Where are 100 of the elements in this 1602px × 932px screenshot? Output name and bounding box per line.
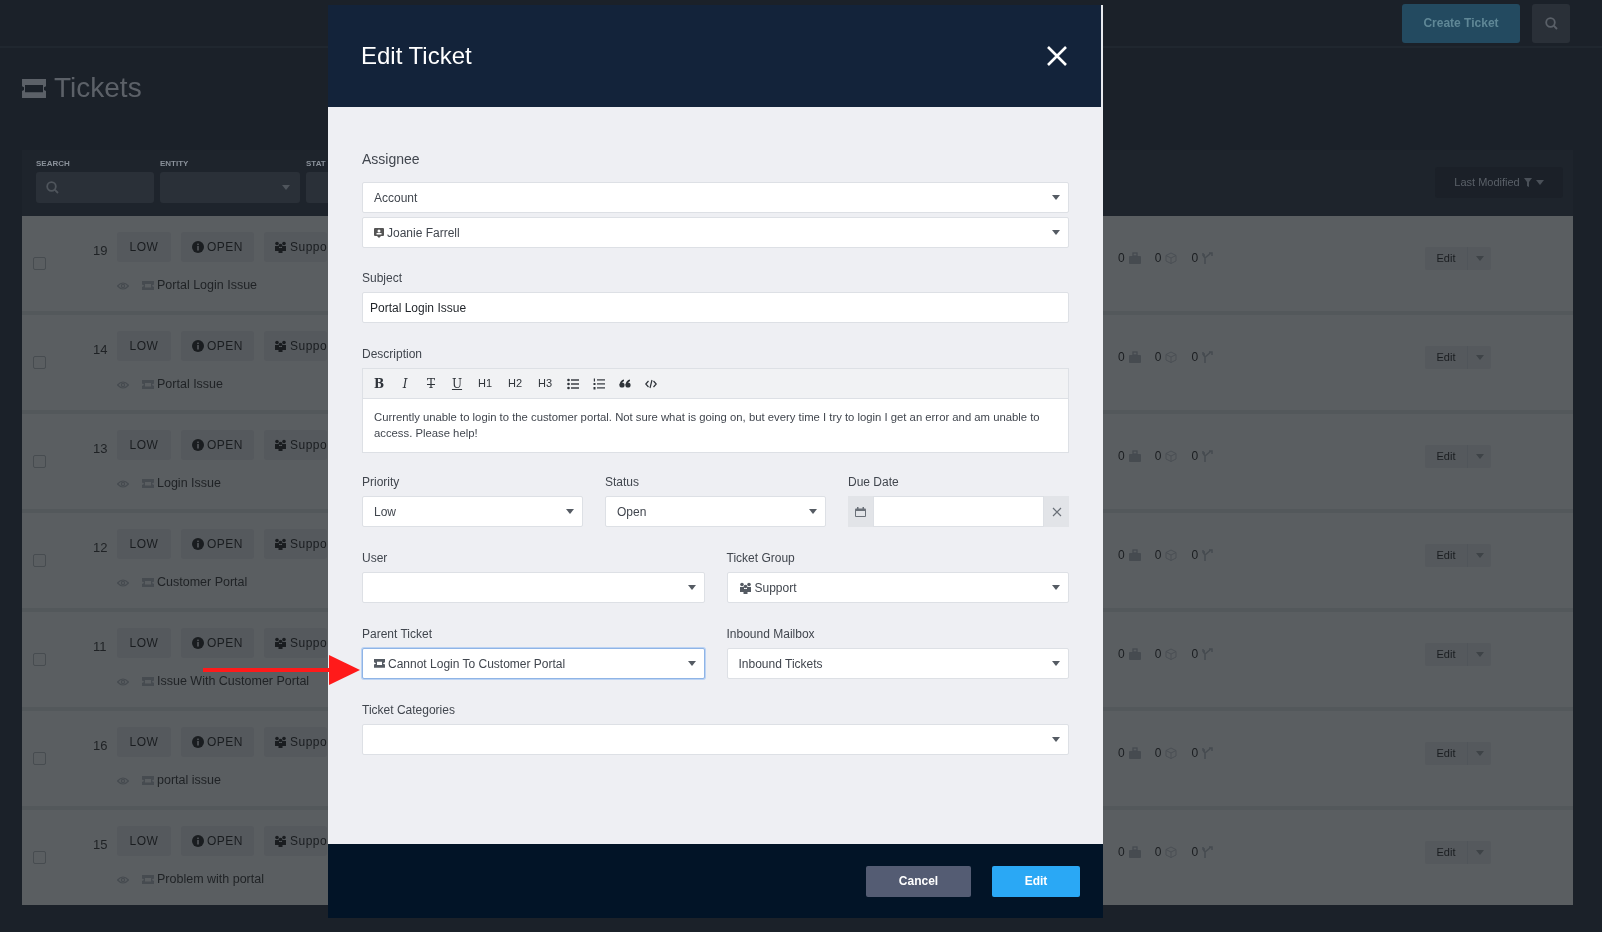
search-field[interactable]: [36, 172, 154, 203]
caret-icon: [1475, 553, 1484, 558]
sort-dropdown[interactable]: Last Modified: [1435, 167, 1563, 198]
field-label: Parent Ticket: [362, 626, 434, 643]
dropdown-toggle-button[interactable]: [1468, 247, 1491, 270]
caret-icon: [1475, 454, 1484, 459]
group-icon: [274, 637, 287, 650]
ticket-title[interactable]: Login Issue: [142, 474, 221, 493]
count-label: 0: [1118, 250, 1125, 267]
group-icon: [274, 538, 287, 551]
ticket-number: 11: [93, 638, 108, 657]
field-label: Status: [605, 474, 641, 491]
edit-button[interactable]: Edit: [1425, 742, 1468, 765]
edit-button[interactable]: Edit: [992, 865, 1080, 897]
field-label: Subject: [362, 270, 404, 287]
caret-icon: [687, 585, 696, 590]
group-icon: [738, 581, 752, 594]
edit-button[interactable]: Edit: [1425, 346, 1468, 369]
ticket-title[interactable]: Problem with portal: [142, 870, 264, 889]
ticket-title[interactable]: Portal Issue: [142, 375, 223, 394]
ticket-number: 13: [93, 440, 109, 459]
date-field[interactable]: [848, 496, 1069, 527]
select-field[interactable]: Low: [362, 496, 583, 527]
priority-badge: LOW: [117, 826, 171, 857]
count-label: 0: [1118, 349, 1125, 366]
bullet-list-icon: [567, 377, 579, 390]
count-label: 0: [1191, 646, 1199, 663]
select-field[interactable]: [362, 572, 705, 603]
create-ticket-button[interactable]: Create Ticket: [1402, 3, 1520, 43]
dropdown-toggle-button[interactable]: [1468, 841, 1491, 864]
assignee-select[interactable]: Joanie Farrell: [362, 217, 1069, 248]
user-card-icon: [374, 227, 384, 238]
search-button[interactable]: [1532, 3, 1570, 43]
count-label: 0: [1191, 448, 1199, 465]
filter-label: ENTITY: [160, 158, 190, 170]
caret-icon: [1052, 585, 1060, 590]
calendar-icon: [855, 506, 866, 517]
field-label: Inbound Mailbox: [726, 626, 816, 643]
count-label: 0: [1191, 547, 1199, 564]
field-label: Assignee: [362, 150, 421, 169]
status-badge: OPEN: [181, 430, 254, 461]
heading-button[interactable]: H2: [504, 373, 526, 394]
dropdown-toggle-button[interactable]: [1468, 742, 1491, 765]
ticket-number: 16: [93, 737, 109, 756]
priority-badge: LOW: [117, 331, 171, 362]
dropdown-toggle-button[interactable]: [1468, 643, 1491, 666]
ticket-title[interactable]: Portal Login Issue: [142, 276, 258, 295]
caret-icon: [1052, 195, 1060, 200]
bold-button[interactable]: B: [370, 373, 388, 394]
count-label: 0: [1154, 349, 1162, 366]
entity-select[interactable]: [160, 172, 300, 203]
select-field[interactable]: Open: [605, 496, 826, 527]
edit-button[interactable]: Edit: [1425, 445, 1468, 468]
search-icon: [1544, 16, 1558, 30]
select-field[interactable]: [362, 724, 1069, 755]
filter-label: SEARCH: [36, 158, 71, 170]
dropdown-toggle-button[interactable]: [1468, 544, 1491, 567]
cancel-button[interactable]: Cancel: [866, 865, 971, 897]
group-icon: [274, 439, 287, 452]
dropdown-toggle-button[interactable]: [1468, 445, 1491, 468]
count-label: 0: [1118, 547, 1125, 564]
dropdown-toggle-button[interactable]: [1468, 346, 1491, 369]
field-label: User: [362, 550, 389, 567]
caret-icon: [687, 661, 696, 666]
status-badge: OPEN: [181, 331, 254, 362]
field-label: Priority: [362, 474, 401, 491]
group-badge: Suppo: [264, 529, 328, 560]
ticket-number: 15: [93, 836, 109, 855]
info-icon: [192, 736, 204, 749]
caret-icon: [1475, 652, 1484, 657]
heading-button[interactable]: H1: [474, 373, 496, 394]
edit-button[interactable]: Edit: [1425, 643, 1468, 666]
caret-icon: [1475, 850, 1484, 855]
search-icon: [46, 181, 59, 194]
group-badge: Suppo: [264, 430, 328, 461]
ticket-title[interactable]: portal issue: [142, 771, 221, 790]
underline-button[interactable]: U: [448, 373, 466, 394]
select-field[interactable]: Inbound Tickets: [726, 648, 1069, 679]
type-select[interactable]: Account: [362, 182, 1069, 213]
ticket-title[interactable]: Customer Portal: [142, 573, 248, 592]
count-label: 0: [1191, 349, 1199, 366]
ticket-icon: [22, 79, 46, 99]
parent-ticket-select[interactable]: Cannot Login To Customer Portal: [362, 648, 705, 679]
strikethrough-button[interactable]: T: [422, 373, 440, 394]
ticket-number: 12: [93, 539, 109, 558]
status-badge: OPEN: [181, 628, 254, 659]
subject-input[interactable]: Portal Login Issue: [362, 292, 1069, 323]
caret-icon: [1052, 230, 1060, 235]
ticket-title[interactable]: Issue With Customer Portal: [142, 672, 310, 691]
clear-icon: [1051, 506, 1062, 517]
italic-button[interactable]: I: [396, 373, 414, 394]
caret-icon: [1052, 661, 1060, 666]
edit-button[interactable]: Edit: [1425, 247, 1468, 270]
close-button[interactable]: [1046, 45, 1068, 67]
caret-icon: [1475, 355, 1484, 360]
edit-button[interactable]: Edit: [1425, 841, 1468, 864]
select-field[interactable]: Support: [726, 572, 1069, 603]
heading-button[interactable]: H3: [534, 373, 556, 394]
caret-icon: [1475, 256, 1484, 261]
edit-button[interactable]: Edit: [1425, 544, 1468, 567]
